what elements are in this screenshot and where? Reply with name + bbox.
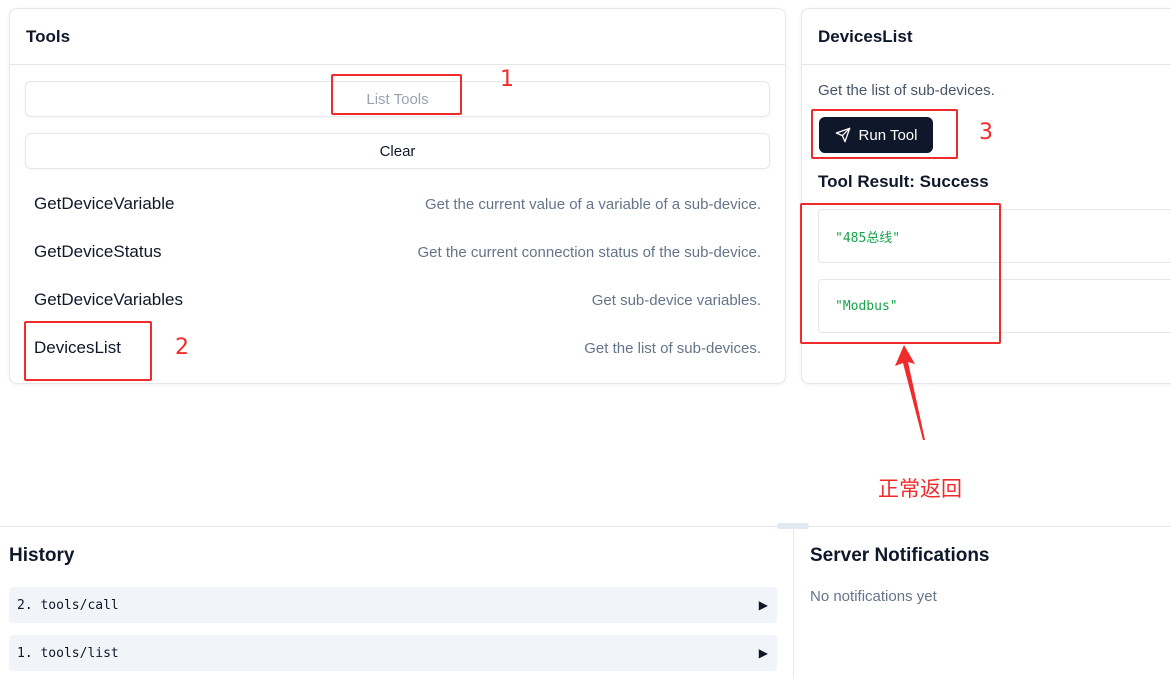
expand-arrow-icon[interactable]: ▶: [759, 598, 768, 612]
history-item[interactable]: 2. tools/call ▶: [9, 587, 777, 623]
annotation-step-3: 3: [979, 120, 993, 145]
tool-detail-title: DevicesList: [802, 9, 1171, 65]
expand-arrow-icon[interactable]: ▶: [759, 646, 768, 660]
annotation-box-run-tool: [811, 109, 958, 159]
notifications-title: Server Notifications: [810, 545, 990, 566]
annotation-arrow-icon: [895, 345, 925, 440]
tool-item-getdevicevariables[interactable]: GetDeviceVariables Get sub-device variab…: [25, 278, 770, 322]
history-item-label: 1. tools/list: [17, 645, 119, 661]
clear-button[interactable]: Clear: [25, 133, 770, 169]
tool-result-title: Tool Result: Success: [818, 172, 989, 191]
annotation-box-results: [800, 203, 1001, 344]
annotation-step-1: 1: [500, 67, 514, 92]
tool-name: GetDeviceVariable: [34, 194, 175, 213]
annotation-box-list-tools: [331, 74, 462, 115]
tool-item-getdevicevariable[interactable]: GetDeviceVariable Get the current value …: [25, 182, 770, 226]
history-item-label: 2. tools/call: [17, 597, 119, 613]
panel-divider: [0, 526, 1171, 527]
history-item[interactable]: 1. tools/list ▶: [9, 635, 777, 671]
app-root: Tools List Tools Clear GetDeviceVariable…: [0, 0, 1171, 679]
tool-name: GetDeviceVariables: [34, 290, 183, 309]
tool-description: Get sub-device variables.: [591, 291, 761, 309]
tool-name: GetDeviceStatus: [34, 242, 162, 261]
annotation-box-deviceslist: [24, 321, 152, 381]
tool-description: Get the current connection status of the…: [417, 243, 761, 261]
bottom-divider: [793, 527, 794, 679]
tool-item-getdevicestatus[interactable]: GetDeviceStatus Get the current connecti…: [25, 230, 770, 274]
tool-description: Get the current value of a variable of a…: [424, 195, 761, 213]
annotation-note: 正常返回: [878, 477, 962, 501]
history-title: History: [9, 545, 75, 566]
tools-panel-title: Tools: [10, 9, 785, 65]
tool-detail-description: Get the list of sub-devices.: [818, 82, 995, 99]
notifications-empty-text: No notifications yet: [810, 588, 937, 605]
annotation-step-2: 2: [175, 335, 189, 360]
tool-description: Get the list of sub-devices.: [584, 339, 761, 357]
